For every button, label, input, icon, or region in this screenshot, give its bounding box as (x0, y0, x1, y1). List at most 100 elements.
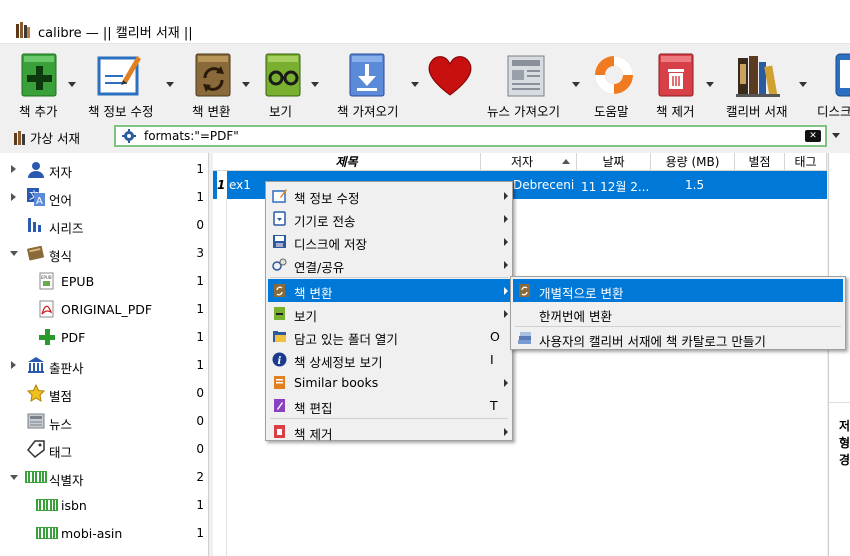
virtual-library-button[interactable]: 가상 서재 (14, 128, 80, 147)
get-books-label: 책 가져오기 (337, 104, 399, 119)
tag-browser-item-pdf[interactable]: PDF 1 (0, 323, 209, 351)
menu-item-view[interactable]: 보기 (268, 302, 510, 325)
get-books-button[interactable]: 책 가져오기 (330, 44, 410, 120)
help-button[interactable]: 도움말 (586, 44, 640, 120)
menu-item-similar-books[interactable]: Similar books (268, 371, 510, 394)
user-icon (28, 162, 44, 178)
fetch-news-button[interactable]: 뉴스 가져오기 (484, 44, 574, 120)
menu-item-connect-share[interactable]: 연결/공유 (268, 253, 510, 276)
view-dropdown[interactable] (311, 82, 319, 87)
tag-browser-item-languages[interactable]: 文A 언어 1 (0, 183, 209, 211)
menu-item-open-containing-folder[interactable]: 담고 있는 폴더 열기 O (268, 325, 510, 348)
device-button[interactable]: 디스크 (814, 44, 850, 120)
expand-arrow-icon[interactable] (11, 361, 16, 369)
tag-browser-item-identifiers[interactable]: 식별자 2 (0, 463, 209, 491)
tag-browser-item-isbn[interactable]: isbn 1 (0, 491, 209, 519)
tag-browser-item-publisher[interactable]: 출판사 1 (0, 351, 209, 379)
fetch-news-dropdown[interactable] (572, 82, 580, 87)
tag-browser-item-authors[interactable]: 저자 1 (0, 155, 209, 183)
get-books-icon (349, 53, 385, 97)
tag-browser-label: 시리즈 (49, 221, 84, 236)
tag-browser-item-mobi-asin[interactable]: mobi-asin 1 (0, 519, 209, 547)
expand-arrow-icon[interactable] (11, 165, 16, 173)
tag-browser-item-original-pdf[interactable]: ORIGINAL_PDF 1 (0, 295, 209, 323)
menu-item-shortcut: I (490, 352, 494, 367)
search-history-dropdown[interactable] (832, 133, 840, 138)
news-icon (27, 413, 45, 429)
tag-browser-count: 1 (196, 190, 204, 204)
menu-item-show-book-details[interactable]: i 책 상세정보 보기 I (268, 348, 510, 371)
column-header-author-label: 저자 (511, 155, 534, 169)
view-button[interactable]: 보기 (257, 44, 313, 120)
edit-metadata-button[interactable]: 책 정보 수정 (85, 44, 175, 120)
column-header-author[interactable]: 저자 (481, 153, 577, 171)
menu-item-edit-metadata[interactable]: 책 정보 수정 (268, 184, 510, 207)
submenu-item-create-catalog[interactable]: 사용자의 캘리버 서재에 책 카탈로그 만들기 (513, 327, 843, 350)
add-books-dropdown[interactable] (68, 82, 76, 87)
calibre-library-dropdown[interactable] (799, 82, 807, 87)
menu-item-label: 책 제거 (294, 427, 333, 442)
clear-search-icon[interactable]: ✕ (805, 130, 821, 142)
edit-metadata-label: 책 정보 수정 (88, 104, 154, 119)
tag-browser-label: 출판사 (49, 361, 84, 376)
tag-browser-label: PDF (61, 330, 86, 345)
get-books-dropdown[interactable] (411, 82, 419, 87)
details-line: 저 (839, 419, 850, 433)
menu-item-label: 책 상세정보 보기 (294, 355, 383, 370)
menu-item-edit-book[interactable]: 책 편집 T (268, 394, 510, 417)
tag-browser-label: EPUB (61, 274, 95, 289)
tag-browser-item-rating[interactable]: 별점 0 (0, 379, 209, 407)
tag-browser-count: 1 (196, 498, 204, 512)
publisher-icon (28, 357, 44, 373)
convert-books-button[interactable]: 책 변환 (180, 44, 242, 120)
calibre-library-button[interactable]: 캘리버 서재 (720, 44, 796, 120)
remove-books-icon (274, 425, 285, 438)
menu-item-convert-books[interactable]: 책 변환 (268, 279, 510, 302)
remove-books-icon (658, 53, 694, 97)
column-header-date[interactable]: 날짜 (577, 153, 651, 171)
remove-books-button[interactable]: 책 제거 (650, 44, 706, 120)
tag-browser-count: 1 (196, 330, 204, 344)
book-list-header: 제목 저자 날짜 용량 (MB) 별점 태그 (213, 153, 827, 171)
convert-books-dropdown[interactable] (242, 82, 250, 87)
menu-item-label: 책 정보 수정 (294, 191, 360, 206)
menu-item-save-to-disk[interactable]: 디스크에 저장 (268, 230, 510, 253)
heart-button[interactable] (420, 44, 480, 120)
virtual-library-icon (14, 131, 25, 145)
column-header-size[interactable]: 용량 (MB) (651, 153, 735, 171)
tag-browser-item-epub[interactable]: EPUB EPUB 1 (0, 267, 209, 295)
menu-item-send-to-device[interactable]: 기기로 전송 (268, 207, 510, 230)
menu-item-remove-books[interactable]: 책 제거 (268, 420, 510, 443)
collapse-arrow-icon[interactable] (10, 251, 18, 256)
submenu-item-convert-individually[interactable]: 개별적으로 변환 (513, 279, 843, 302)
column-header-tags[interactable]: 태그 (785, 153, 827, 171)
menu-separator (270, 418, 508, 419)
menu-item-shortcut: O (490, 329, 500, 344)
gear-icon[interactable] (122, 129, 136, 143)
cell-author: Debreceni (513, 178, 575, 192)
tag-browser-item-series[interactable]: 시리즈 0 (0, 211, 209, 239)
tag-browser-count: 3 (196, 246, 204, 260)
epub-file-icon: EPUB (39, 272, 54, 290)
tag-browser-label: 식별자 (49, 473, 84, 488)
tag-browser-item-tags[interactable]: 태그 0 (0, 435, 209, 463)
column-header-title[interactable]: 제목 (213, 153, 481, 171)
tag-browser-item-formats[interactable]: 형식 3 (0, 239, 209, 267)
tag-browser-count: 1 (196, 302, 204, 316)
info-icon: i (272, 352, 287, 367)
remove-books-dropdown[interactable] (706, 82, 714, 87)
tag-browser-item-news[interactable]: 뉴스 0 (0, 407, 209, 435)
barcode-icon (25, 471, 47, 483)
collapse-arrow-icon[interactable] (10, 475, 18, 480)
tag-browser-count: 2 (196, 470, 204, 484)
expand-arrow-icon[interactable] (11, 193, 16, 201)
view-label: 보기 (269, 104, 293, 119)
submenu-item-label: 한꺼번에 변환 (539, 309, 612, 324)
fetch-news-label: 뉴스 가져오기 (487, 104, 560, 119)
add-books-button[interactable]: 책 추가 (0, 44, 72, 120)
submenu-arrow-icon (504, 287, 508, 295)
edit-metadata-dropdown[interactable] (166, 82, 174, 87)
submenu-item-bulk-convert[interactable]: 한꺼번에 변환 (513, 302, 843, 325)
column-header-rating[interactable]: 별점 (735, 153, 785, 171)
search-input[interactable]: formats:"=PDF" ✕ (114, 125, 827, 147)
